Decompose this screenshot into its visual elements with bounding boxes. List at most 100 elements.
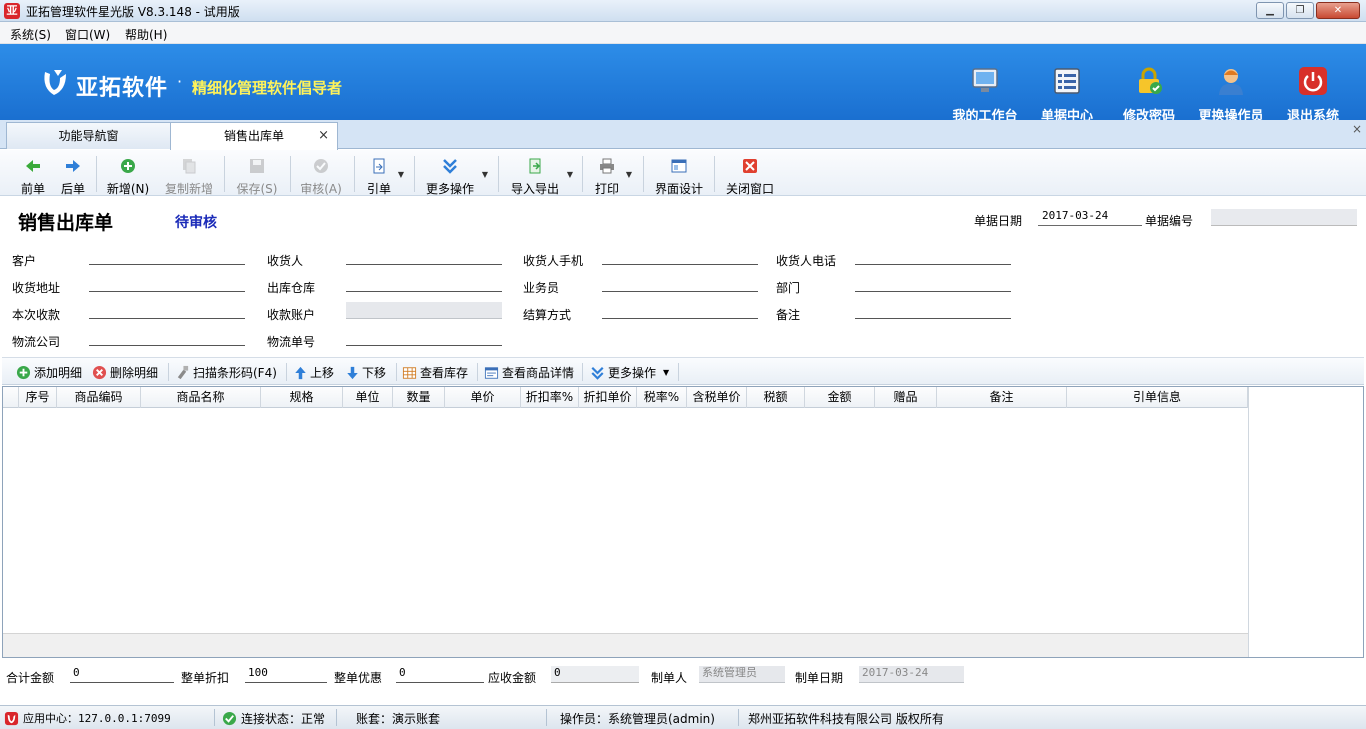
close-window-label: 关闭窗口 [725, 182, 774, 196]
move-down-label: 下移 [362, 366, 387, 380]
col-header[interactable]: 税率% [637, 387, 687, 408]
view-stock-button[interactable]: 查看库存 [402, 364, 468, 381]
col-header[interactable]: 商品名称 [141, 387, 261, 408]
receiver-field[interactable] [346, 250, 502, 265]
new-button[interactable]: 新增(N) [106, 156, 150, 196]
prev-doc-button[interactable]: 前单 [20, 156, 46, 196]
copy-new-button[interactable]: 复制新增 [164, 156, 214, 196]
view-product-detail-button[interactable]: 查看商品详情 [484, 364, 574, 381]
prev-doc-label: 前单 [20, 182, 45, 196]
delete-detail-button[interactable]: 删除明细 [92, 364, 158, 381]
document-list-icon [1054, 68, 1080, 94]
total-amount-field[interactable]: 0 [70, 666, 174, 683]
detail-grid[interactable]: 序号 商品编码 商品名称 规格 单位 数量 单价 折扣率% 折扣单价 税率% 含… [2, 386, 1364, 658]
status-copyright: 郑州亚拓软件科技有限公司 版权所有 [748, 710, 944, 727]
tab-function-navigator[interactable]: 功能导航窗 [6, 122, 171, 149]
reference-doc-button[interactable]: 引单 ▼ [366, 156, 404, 196]
col-header[interactable]: 税额 [747, 387, 805, 408]
more-actions-button[interactable]: 更多操作 ▼ [424, 156, 488, 196]
order-discount-field[interactable]: 100 [245, 666, 327, 683]
add-detail-button[interactable]: 添加明细 [16, 364, 82, 381]
detail-more-actions-label: 更多操作 [608, 366, 657, 380]
status-account-set-text: 账套：演示账套 [356, 712, 441, 726]
col-header[interactable]: 折扣率% [521, 387, 579, 408]
address-field[interactable] [89, 277, 245, 292]
tab-close-icon[interactable]: × [318, 123, 329, 149]
salesman-field[interactable] [602, 277, 758, 292]
receiver-phone-field[interactable] [855, 250, 1011, 265]
tab-sales-outbound[interactable]: 销售出库单 × [170, 122, 338, 150]
col-header[interactable]: 序号 [19, 387, 57, 408]
col-header[interactable]: 金额 [805, 387, 875, 408]
scan-barcode-label: 扫描条形码(F4) [193, 366, 277, 380]
warehouse-field[interactable] [346, 277, 502, 292]
col-header[interactable]: 单价 [445, 387, 521, 408]
nav-exit-system[interactable]: 退出系统 [1276, 64, 1350, 124]
document-number-field[interactable] [1211, 209, 1357, 226]
next-doc-button[interactable]: 后单 [60, 156, 86, 196]
logistics-field[interactable] [89, 331, 245, 346]
close-window-button[interactable]: 关闭窗口 [724, 156, 776, 196]
nav-change-password[interactable]: 修改密码 [1112, 64, 1186, 124]
order-discount-label: 整单折扣 [181, 671, 230, 685]
col-header[interactable]: 折扣单价 [579, 387, 637, 408]
col-header[interactable]: 备注 [937, 387, 1067, 408]
print-button[interactable]: 打印 ▼ [594, 156, 632, 196]
remark-field[interactable] [855, 304, 1011, 319]
arrow-left-icon [26, 160, 40, 172]
menu-help[interactable]: 帮助(H) [125, 26, 167, 43]
import-export-dropdown-icon[interactable]: ▼ [567, 170, 573, 179]
col-header[interactable]: 单位 [343, 387, 393, 408]
remark-label: 备注 [776, 308, 801, 322]
layout-icon [671, 159, 687, 173]
panel-close-icon[interactable]: × [1352, 122, 1362, 136]
detail-more-dropdown-icon[interactable]: ▼ [663, 368, 669, 377]
grid-table-icon [402, 366, 417, 379]
order-offer-field[interactable]: 0 [396, 666, 484, 683]
tracking-field[interactable] [346, 331, 502, 346]
account-field[interactable] [346, 302, 502, 319]
document-date-field[interactable]: 2017-03-24 [1038, 209, 1142, 226]
import-export-button[interactable]: 导入导出 ▼ [509, 156, 573, 196]
account-label: 收款账户 [267, 308, 316, 322]
minimize-button[interactable]: ▁ [1256, 2, 1284, 19]
reference-doc-dropdown-icon[interactable]: ▼ [398, 170, 404, 179]
arrow-down-icon [347, 366, 358, 379]
col-header[interactable]: 数量 [393, 387, 445, 408]
check-circle-icon [222, 711, 237, 726]
move-down-button[interactable]: 下移 [346, 364, 386, 381]
ui-design-label: 界面设计 [654, 182, 703, 196]
receipt-field[interactable] [89, 304, 245, 319]
move-up-button[interactable]: 上移 [294, 364, 334, 381]
grid-horizontal-scrollbar[interactable] [3, 633, 1248, 657]
customer-field[interactable] [89, 250, 245, 265]
scan-barcode-button[interactable]: 扫描条形码(F4) [175, 364, 277, 381]
receiver-mobile-field[interactable] [602, 250, 758, 265]
nav-change-operator[interactable]: 更换操作员 [1194, 64, 1268, 124]
department-field[interactable] [855, 277, 1011, 292]
col-header[interactable]: 赠品 [875, 387, 937, 408]
new-label: 新增(N) [106, 182, 150, 196]
menu-system[interactable]: 系统(S) [10, 26, 51, 43]
col-header[interactable]: 引单信息 [1067, 387, 1248, 408]
menu-window[interactable]: 窗口(W) [65, 26, 110, 43]
detail-more-actions-button[interactable]: 更多操作 ▼ [590, 364, 669, 381]
col-header[interactable]: 规格 [261, 387, 343, 408]
settle-field[interactable] [602, 304, 758, 319]
more-actions-label: 更多操作 [425, 182, 474, 196]
maximize-button[interactable]: ❐ [1286, 2, 1314, 19]
barcode-scanner-icon [177, 365, 189, 380]
nav-document-center[interactable]: 单据中心 [1030, 64, 1104, 124]
add-detail-label: 添加明细 [34, 366, 83, 380]
col-header[interactable]: 商品编码 [57, 387, 141, 408]
print-dropdown-icon[interactable]: ▼ [626, 170, 632, 179]
audit-button[interactable]: 审核(A) [300, 156, 342, 196]
save-button[interactable]: 保存(S) [236, 156, 278, 196]
close-button[interactable]: ✕ [1316, 2, 1360, 19]
ui-design-button[interactable]: 界面设计 [653, 156, 705, 196]
nav-my-workbench[interactable]: 我的工作台 [948, 64, 1022, 124]
more-actions-dropdown-icon[interactable]: ▼ [482, 170, 488, 179]
window-titlebar: 亚 亚拓管理软件星光版 V8.3.148 - 试用版 ▁ ❐ ✕ [0, 0, 1366, 22]
tab-sales-outbound-label: 销售出库单 [223, 129, 284, 143]
col-header[interactable]: 含税单价 [687, 387, 747, 408]
